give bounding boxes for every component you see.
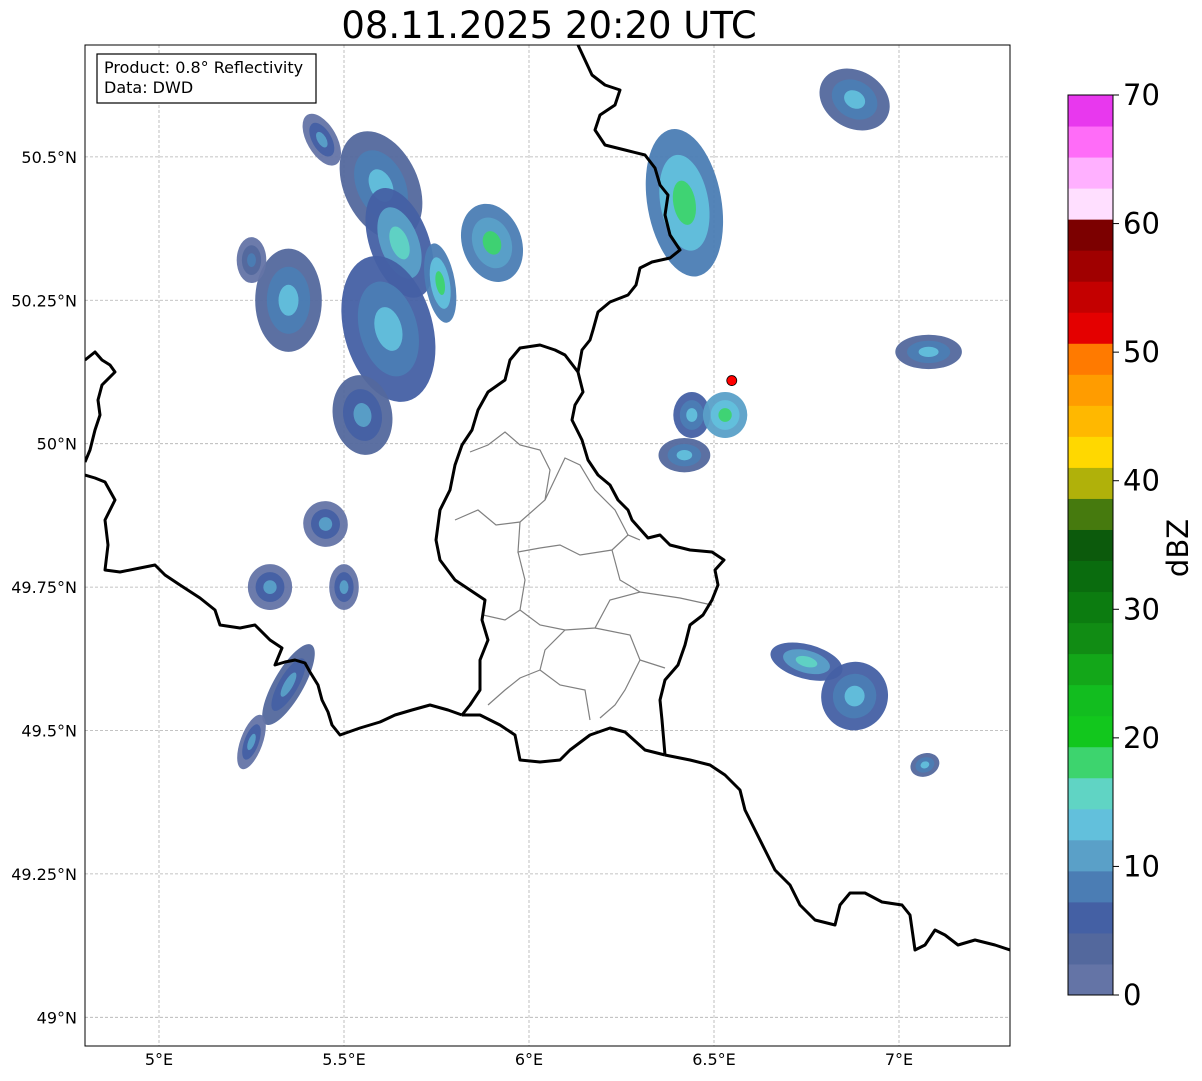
colorbar-ticks: 0 10 20 30 40 50 60 70 [1113,78,1160,1012]
precipitation-cell [236,237,267,284]
precipitation-cell [247,564,293,611]
colorbar-bands [1068,95,1113,996]
colorbar-band [1068,498,1113,530]
colorbar-band [1068,188,1113,220]
latitude-axis: 50.5°N 50.25°N 50°N 49.75°N 49.5°N 49.25°N 49°… [11,148,77,1027]
colorbar-band [1068,250,1113,282]
colorbar-band [1068,715,1113,748]
colorbar-band [1068,839,1113,872]
colorbar-band [1068,622,1113,655]
colorbar-band [1068,932,1113,965]
lat-tick-label: 49.5°N [21,721,77,740]
precipitation-cell [658,437,711,473]
colorbar-label: dBZ [1161,519,1195,577]
colorbar: 0 10 20 30 40 50 60 70 dBZ [1067,78,1195,1012]
colorbar-tick-label: 50 [1123,335,1160,369]
lon-tick-label: 7°E [885,1050,913,1069]
colorbar-band [1068,157,1113,189]
colorbar-band [1068,746,1113,779]
lon-tick-label: 6.5°E [692,1050,736,1069]
colorbar-band [1068,126,1113,158]
lat-tick-label: 49.75°N [11,578,77,597]
colorbar-band [1068,591,1113,624]
map-panel: Product: 0.8° Reflectivity Data: DWD 5°E… [11,44,1011,1069]
figure-title: 08.11.2025 20:20 UTC [341,4,756,47]
colorbar-band [1068,467,1113,499]
colorbar-tick-label: 30 [1123,592,1160,626]
colorbar-band [1068,870,1113,903]
colorbar-tick-label: 10 [1123,849,1160,883]
colorbar-band [1068,436,1113,468]
colorbar-tick-label: 70 [1123,78,1160,112]
echo-core [718,408,732,422]
lat-tick-label: 50.5°N [21,148,77,167]
colorbar-band [1068,777,1113,810]
info-box: Product: 0.8° Reflectivity Data: DWD [96,53,317,104]
lon-tick-label: 5.5°E [322,1050,366,1069]
colorbar-tick-label: 20 [1123,721,1160,755]
colorbar-band [1068,281,1113,313]
colorbar-band [1068,684,1113,717]
echo-core [676,449,693,461]
colorbar-band [1068,95,1113,127]
colorbar-band [1068,343,1113,375]
colorbar-band [1068,963,1113,996]
radar-figure: 08.11.2025 20:20 UTC Product: 0.8° Refle… [11,4,1195,1069]
colorbar-band [1068,374,1113,406]
echo-core [686,408,698,422]
echo-core [278,284,299,316]
radar-site-marker [726,375,738,386]
info-product: Product: 0.8° Reflectivity [104,58,303,77]
colorbar-tick-label: 60 [1123,207,1160,241]
longitude-axis: 5°E 5.5°E 6°E 6.5°E 7°E [145,1050,913,1069]
echo-core [247,253,256,267]
colorbar-band [1068,312,1113,344]
precipitation-cell [895,334,962,370]
colorbar-tick-label: 40 [1123,464,1160,498]
lat-tick-label: 49°N [37,1008,77,1027]
lon-tick-label: 6°E [515,1050,543,1069]
precipitation-cell [329,564,359,611]
lon-tick-label: 5°E [145,1050,173,1069]
colorbar-band [1068,560,1113,593]
colorbar-tick-label: 0 [1123,978,1141,1012]
lat-tick-label: 49.25°N [11,865,77,884]
colorbar-band [1068,901,1113,934]
colorbar-band [1068,653,1113,686]
colorbar-band [1068,219,1113,251]
echo-core [339,580,349,594]
colorbar-band [1068,808,1113,841]
echo-core [263,580,277,594]
precipitation-cell [702,392,748,438]
lat-tick-label: 50°N [37,435,77,454]
colorbar-band [1068,405,1113,437]
lat-tick-label: 50.25°N [11,291,77,310]
info-source: Data: DWD [104,78,193,97]
colorbar-band [1068,529,1113,562]
echo-core [918,346,939,358]
